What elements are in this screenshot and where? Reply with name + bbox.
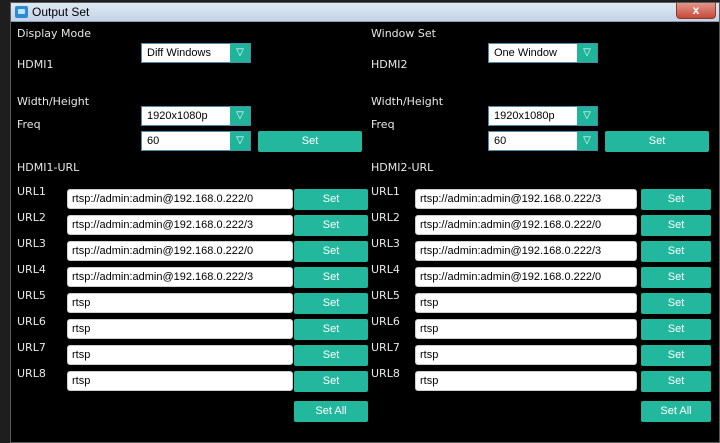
hdmi2-url1-input[interactable]: rtsp://admin:admin@192.168.0.222/3: [415, 189, 637, 209]
hdmi2-url3-input[interactable]: rtsp://admin:admin@192.168.0.222/3: [415, 241, 637, 261]
hdmi2-url-title: HDMI2-URL: [371, 161, 434, 174]
hdmi1-url6-input[interactable]: rtsp: [67, 319, 293, 339]
hdmi2-url4-label: URL4: [371, 263, 400, 276]
hdmi1-url8-input[interactable]: rtsp: [67, 371, 293, 391]
hdmi1-url6-set-button[interactable]: Set: [294, 319, 368, 340]
hdmi2-url4-input[interactable]: rtsp://admin:admin@192.168.0.222/0: [415, 267, 637, 287]
hdmi2-url7-set-button[interactable]: Set: [641, 345, 711, 366]
hdmi1-url4-set-button[interactable]: Set: [294, 267, 368, 288]
hdmi2-url1-set-button[interactable]: Set: [641, 189, 711, 210]
hdmi1-freq-dropdown[interactable]: 60 ▽: [141, 131, 251, 151]
hdmi1-url7-set-button[interactable]: Set: [294, 345, 368, 366]
hdmi1-url2-input[interactable]: rtsp://admin:admin@192.168.0.222/3: [67, 215, 293, 235]
hdmi1-url4-input[interactable]: rtsp://admin:admin@192.168.0.222/3: [67, 267, 293, 287]
hdmi1-url3-label: URL3: [17, 237, 46, 250]
chevron-down-icon[interactable]: ▽: [230, 107, 250, 125]
hdmi1-url2-label: URL2: [17, 211, 46, 224]
hdmi2-resolution-dropdown[interactable]: 1920x1080p ▽: [488, 106, 598, 126]
hdmi1-url5-set-button[interactable]: Set: [294, 293, 368, 314]
display-mode-dropdown[interactable]: Diff Windows ▽: [141, 43, 251, 63]
hdmi2-freq-label: Freq: [371, 118, 395, 131]
hdmi1-title: HDMI1: [17, 58, 54, 71]
hdmi2-width-height-label: Width/Height: [371, 95, 444, 108]
window-set-value: One Window: [494, 47, 557, 59]
hdmi2-url8-set-button[interactable]: Set: [641, 371, 711, 392]
hdmi1-url1-set-button[interactable]: Set: [294, 189, 368, 210]
window-set-dropdown[interactable]: One Window ▽: [488, 43, 598, 63]
hdmi2-url7-label: URL7: [371, 341, 400, 354]
chevron-down-icon[interactable]: ▽: [577, 44, 597, 62]
output-set-window: Output Set x Display Mode Diff Windows ▽…: [10, 2, 720, 443]
hdmi2-freq-value: 60: [494, 135, 507, 147]
hdmi1-freq-label: Freq: [17, 118, 41, 131]
hdmi1-width-height-label: Width/Height: [17, 95, 90, 108]
hdmi2-url7-input[interactable]: rtsp: [415, 345, 637, 365]
hdmi2-url2-set-button[interactable]: Set: [641, 215, 711, 236]
hdmi1-url5-input[interactable]: rtsp: [67, 293, 293, 313]
hdmi1-url5-label: URL5: [17, 289, 46, 302]
display-mode-label: Display Mode: [17, 27, 92, 40]
hdmi2-url5-input[interactable]: rtsp: [415, 293, 637, 313]
window-title: Output Set: [32, 5, 90, 19]
hdmi2-url3-set-button[interactable]: Set: [641, 241, 711, 262]
hdmi1-url8-set-button[interactable]: Set: [294, 371, 368, 392]
hdmi2-url6-set-button[interactable]: Set: [641, 319, 711, 340]
hdmi2-url4-set-button[interactable]: Set: [641, 267, 711, 288]
chevron-down-icon[interactable]: ▽: [230, 44, 250, 62]
title-bar[interactable]: Output Set x: [11, 3, 719, 22]
hdmi1-url-title: HDMI1-URL: [17, 161, 80, 174]
hdmi1-resolution-value: 1920x1080p: [147, 110, 208, 122]
hdmi1-freq-value: 60: [147, 135, 160, 147]
hdmi2-url5-label: URL5: [371, 289, 400, 302]
hdmi1-url7-input[interactable]: rtsp: [67, 345, 293, 365]
hdmi1-url2-set-button[interactable]: Set: [294, 215, 368, 236]
hdmi1-url4-label: URL4: [17, 263, 46, 276]
hdmi2-url2-input[interactable]: rtsp://admin:admin@192.168.0.222/0: [415, 215, 637, 235]
display-mode-value: Diff Windows: [147, 47, 211, 59]
hdmi1-url7-label: URL7: [17, 341, 46, 354]
hdmi1-set-all-button[interactable]: Set All: [294, 401, 368, 422]
hdmi2-set-button[interactable]: Set: [605, 131, 709, 152]
hdmi2-url8-label: URL8: [371, 367, 400, 380]
app-icon: [15, 6, 28, 18]
hdmi1-url6-label: URL6: [17, 315, 46, 328]
hdmi1-set-button[interactable]: Set: [258, 131, 362, 152]
hdmi2-url1-label: URL1: [371, 185, 400, 198]
hdmi1-url3-input[interactable]: rtsp://admin:admin@192.168.0.222/0: [67, 241, 293, 261]
hdmi2-freq-dropdown[interactable]: 60 ▽: [488, 131, 598, 151]
close-button[interactable]: x: [676, 3, 716, 19]
chevron-down-icon[interactable]: ▽: [577, 132, 597, 150]
hdmi2-url3-label: URL3: [371, 237, 400, 250]
hdmi1-resolution-dropdown[interactable]: 1920x1080p ▽: [141, 106, 251, 126]
hdmi2-url8-input[interactable]: rtsp: [415, 371, 637, 391]
chevron-down-icon[interactable]: ▽: [577, 107, 597, 125]
hdmi2-url2-label: URL2: [371, 211, 400, 224]
hdmi1-url8-label: URL8: [17, 367, 46, 380]
window-set-label: Window Set: [371, 27, 436, 40]
chevron-down-icon[interactable]: ▽: [230, 132, 250, 150]
hdmi1-url1-input[interactable]: rtsp://admin:admin@192.168.0.222/0: [67, 189, 293, 209]
hdmi2-resolution-value: 1920x1080p: [494, 110, 555, 122]
hdmi2-url5-set-button[interactable]: Set: [641, 293, 711, 314]
hdmi2-title: HDMI2: [371, 58, 408, 71]
hdmi2-url6-input[interactable]: rtsp: [415, 319, 637, 339]
hdmi1-url1-label: URL1: [17, 185, 46, 198]
hdmi1-url3-set-button[interactable]: Set: [294, 241, 368, 262]
hdmi2-url6-label: URL6: [371, 315, 400, 328]
hdmi2-set-all-button[interactable]: Set All: [641, 401, 711, 422]
